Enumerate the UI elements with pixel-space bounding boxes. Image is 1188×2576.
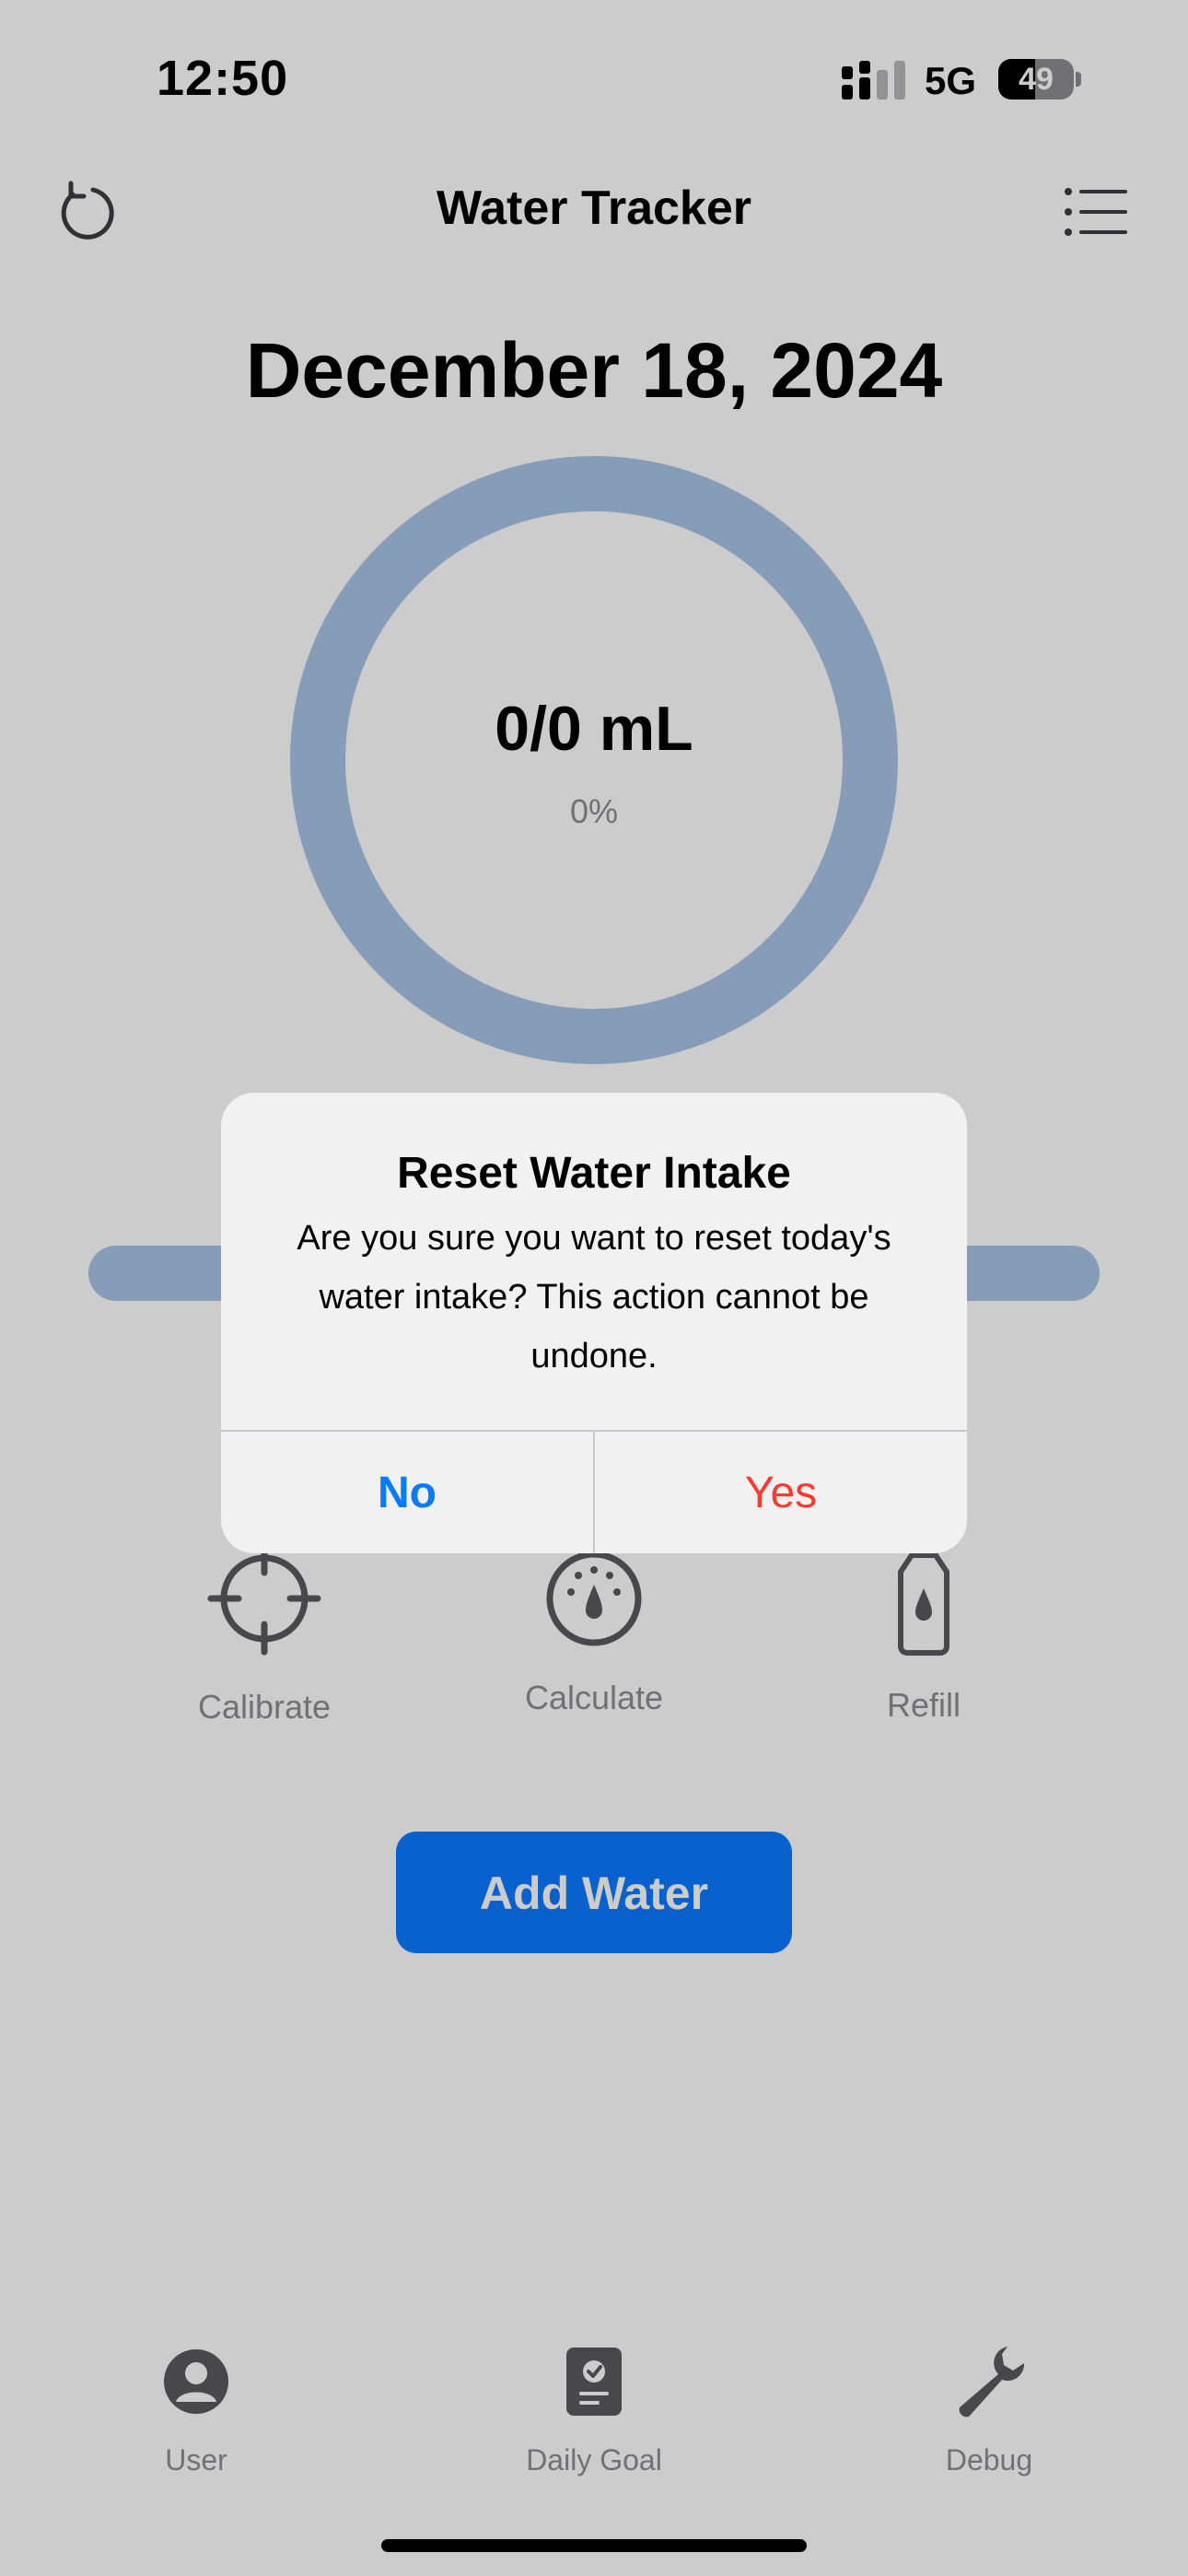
alert-message: Are you sure you want to reset today's w… — [297, 1219, 891, 1376]
alert-no-button[interactable]: No — [221, 1432, 593, 1553]
alert-title: Reset Water Intake — [397, 1149, 791, 1198]
alert-yes-button[interactable]: Yes — [595, 1432, 967, 1553]
reset-alert-dialog: Reset Water Intake Are you sure you want… — [221, 1093, 967, 1553]
